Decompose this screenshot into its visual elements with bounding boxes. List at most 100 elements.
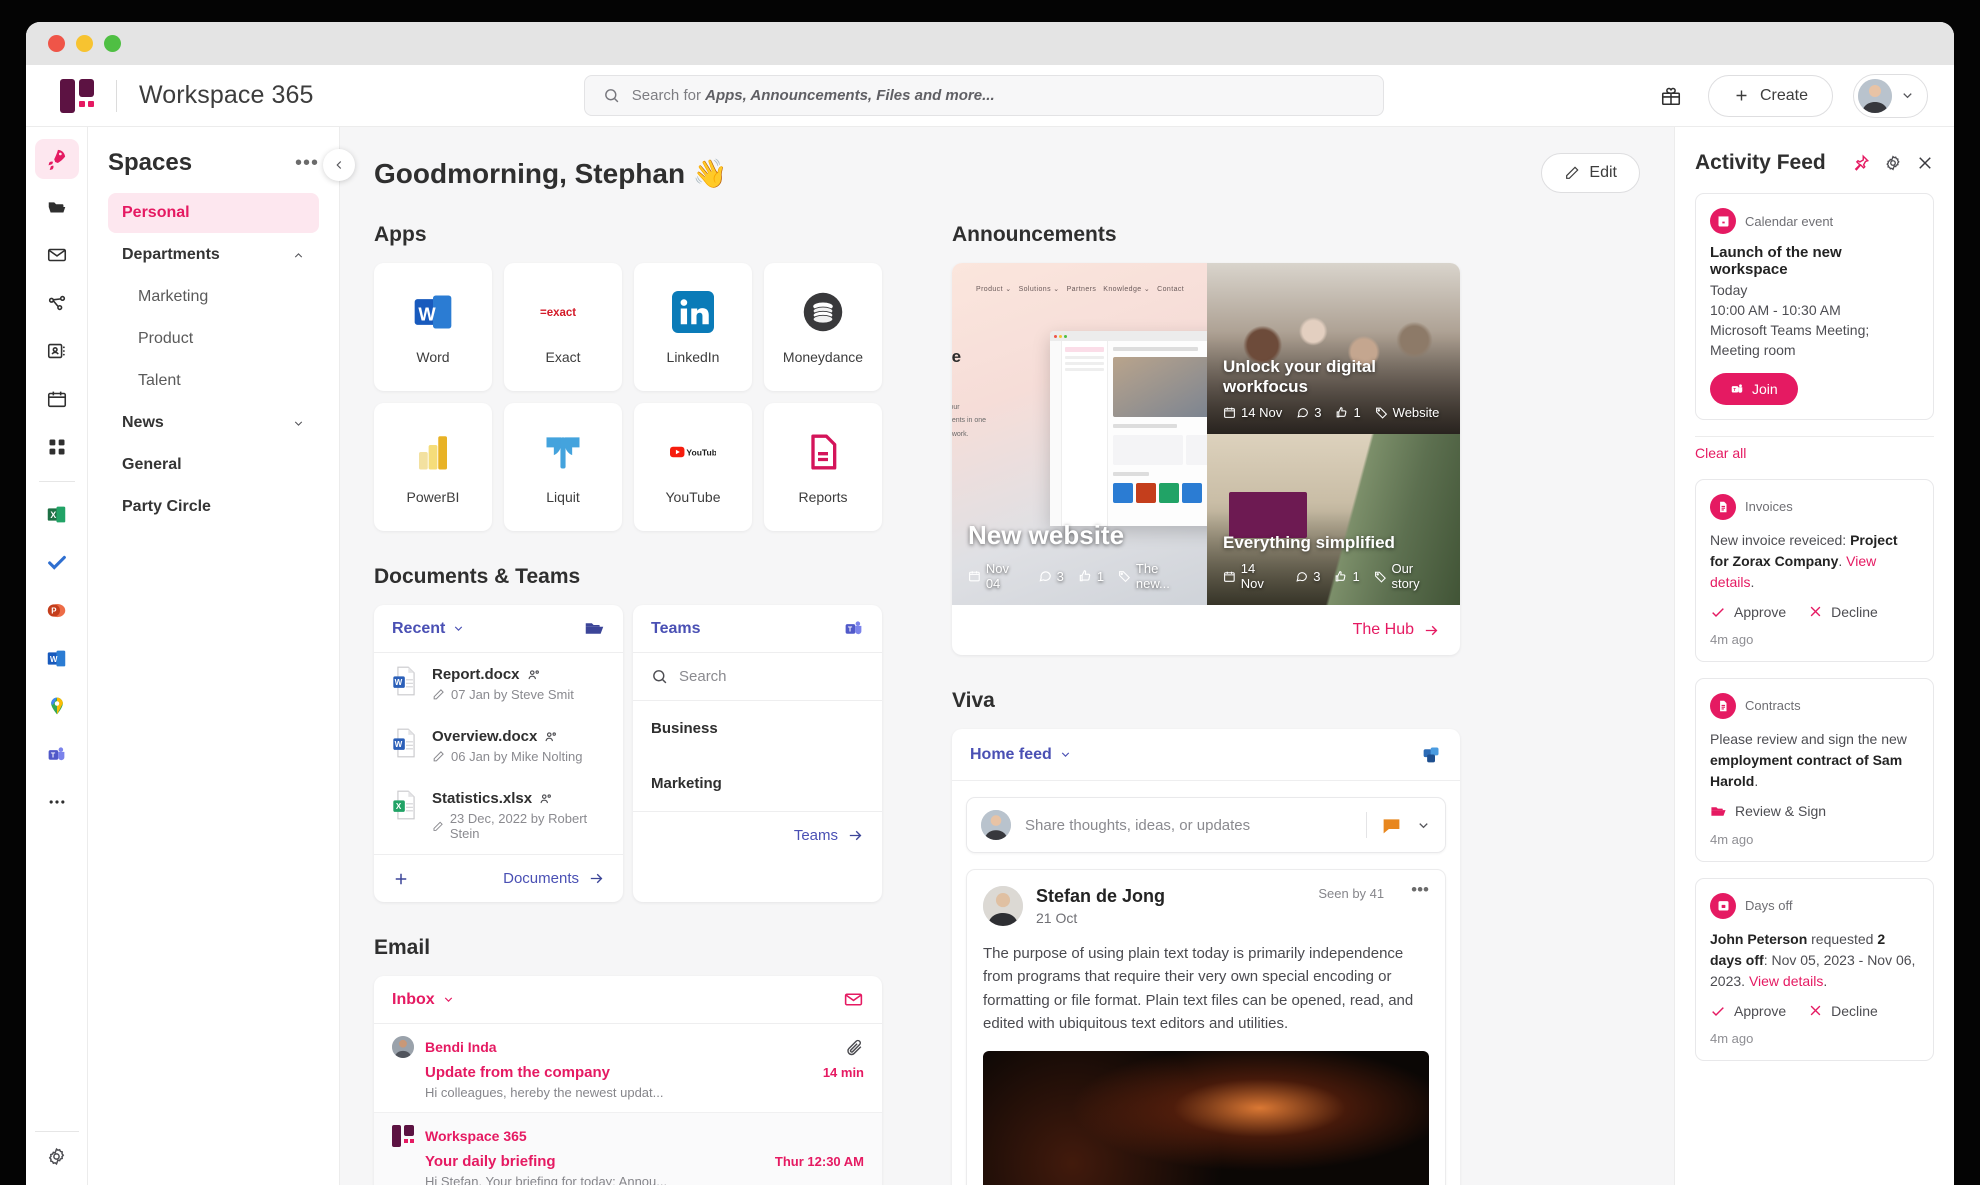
viva-section-title: Viva — [952, 689, 995, 712]
gift-icon[interactable] — [1654, 79, 1688, 113]
rail-settings[interactable] — [34, 1131, 79, 1167]
rail-item-excel[interactable]: X — [35, 494, 79, 534]
join-meeting-button[interactable]: T Join — [1710, 372, 1798, 405]
email-row[interactable]: Bendi Inda Update from the company 14 min… — [374, 1024, 882, 1113]
post-body: The purpose of using plain text today is… — [983, 945, 1414, 1032]
teams-link[interactable]: Teams — [794, 827, 864, 844]
collapse-panel-button[interactable] — [323, 149, 355, 181]
the-hub-link[interactable]: The Hub — [1353, 621, 1440, 639]
document-row[interactable]: W Report.docx 07 Jan by Steve Smit — [374, 653, 623, 715]
announcement-tile[interactable]: Product ⌄ Solutions ⌄ Partners Knowledge… — [952, 263, 1207, 605]
rail-item-teams[interactable]: T — [35, 734, 79, 774]
pin-icon[interactable] — [1852, 154, 1870, 172]
action-approve[interactable]: Approve — [1710, 604, 1786, 620]
rail-item-mail[interactable] — [35, 235, 79, 275]
recent-documents-list: W Report.docx 07 Jan by Steve Smit W Ove… — [374, 653, 623, 854]
sidebar-item-product[interactable]: Product — [108, 319, 319, 359]
app-tile-linkedin[interactable]: LinkedIn — [634, 263, 752, 391]
email-row[interactable]: Workspace 365 Your daily briefing Thur 12… — [374, 1113, 882, 1185]
rail-item-contacts[interactable] — [35, 331, 79, 371]
inbox-dropdown[interactable]: Inbox — [392, 991, 455, 1009]
envelope-icon[interactable] — [843, 989, 864, 1010]
announcement-tag: Website — [1375, 405, 1439, 420]
post-composer[interactable]: Share thoughts, ideas, or updates — [966, 797, 1446, 853]
plus-icon[interactable] — [392, 870, 410, 888]
rail-item-powerpoint[interactable]: P — [35, 590, 79, 630]
viva-engage-icon[interactable] — [1421, 744, 1442, 765]
app-tile-word[interactable]: W Word — [374, 263, 492, 391]
brand: Workspace 365 — [60, 78, 314, 113]
app-tile-moneydance[interactable]: Moneydance — [764, 263, 882, 391]
rail-item-maps[interactable] — [35, 686, 79, 726]
rail-item-rocket[interactable] — [34, 139, 79, 179]
calendar-icon — [1224, 407, 1235, 418]
chevron-down-icon[interactable] — [1416, 818, 1431, 833]
open-folder-icon[interactable] — [584, 618, 605, 639]
sidebar-item-label: Party Circle — [122, 498, 211, 515]
team-list-item[interactable]: Marketing — [633, 756, 882, 811]
announcement-tile[interactable]: Unlock your digital workfocus 14 Nov 3 1… — [1207, 263, 1460, 434]
teams-icon[interactable]: T — [843, 618, 864, 639]
announcement-comments: 3 — [1295, 569, 1320, 584]
rail-item-apps[interactable] — [35, 427, 79, 467]
spaces-more-icon[interactable]: ••• — [295, 153, 319, 173]
app-title: Workspace 365 — [139, 81, 314, 109]
edit-button[interactable]: Edit — [1541, 153, 1640, 193]
sidebar-item-personal[interactable]: Personal — [108, 193, 319, 233]
word-icon: W — [47, 650, 66, 666]
svg-text:X: X — [50, 510, 56, 520]
plus-icon — [1736, 90, 1747, 101]
user-menu-button[interactable] — [1853, 73, 1928, 118]
sidebar-item-talent[interactable]: Talent — [108, 361, 319, 401]
app-tile-exact[interactable]: =exact Exact — [504, 263, 622, 391]
gear-icon[interactable] — [1884, 154, 1902, 172]
rail-item-word[interactable]: W — [35, 638, 79, 678]
rail-item-planner[interactable] — [35, 542, 79, 582]
sidebar-item-party-circle[interactable]: Party Circle — [108, 487, 319, 527]
team-list-item[interactable]: Business — [633, 701, 882, 756]
search-input[interactable]: Search for Apps, Announcements, Files an… — [583, 75, 1384, 116]
post-more-icon[interactable]: ••• — [1411, 881, 1429, 898]
rail-item-more[interactable] — [35, 782, 79, 822]
comment-icon[interactable] — [1381, 815, 1402, 836]
app-tile-reports[interactable]: Reports — [764, 403, 882, 531]
action-approve[interactable]: Approve — [1710, 1003, 1786, 1019]
home-feed-dropdown[interactable]: Home feed — [970, 746, 1072, 764]
sidebar-item-label: General — [122, 456, 182, 473]
app-tile-liquit[interactable]: Liquit — [504, 403, 622, 531]
chevron-down-icon — [455, 626, 463, 631]
action-decline[interactable]: Decline — [1808, 1003, 1878, 1019]
maximize-window-button[interactable] — [104, 35, 121, 52]
sidebar-item-general[interactable]: General — [108, 445, 319, 485]
sidebar-item-label: Departments — [122, 246, 220, 263]
email-time: Thur 12:30 AM — [774, 1154, 864, 1169]
view-details-link[interactable]: View details — [1749, 973, 1823, 989]
sidebar-item-departments[interactable]: Departments — [108, 235, 319, 275]
document-row[interactable]: X Statistics.xlsx 23 Dec, 2022 by Robert… — [374, 777, 623, 854]
document-row[interactable]: W Overview.docx 06 Jan by Mike Nolting — [374, 715, 623, 777]
action-review-sign[interactable]: Review & Sign — [1710, 803, 1826, 820]
thumbs-up-icon — [1079, 570, 1091, 582]
rail-item-files[interactable] — [35, 187, 79, 227]
minimize-window-button[interactable] — [76, 35, 93, 52]
documents-link[interactable]: Documents — [503, 870, 605, 887]
apps-grid: W Word =exact Exact LinkedIn Moneydance … — [374, 263, 882, 531]
folder-icon — [1711, 806, 1726, 816]
close-icon[interactable] — [1916, 154, 1934, 172]
app-tile-youtube[interactable]: YouTube YouTube — [634, 403, 752, 531]
clear-all-link[interactable]: Clear all — [1695, 435, 1934, 475]
avatar — [392, 1036, 414, 1058]
announcement-tile[interactable]: Everything simplified 14 Nov 3 1 Our sto… — [1207, 434, 1460, 605]
rail-item-calendar[interactable] — [35, 379, 79, 419]
sidebar-item-news[interactable]: News — [108, 403, 319, 443]
create-button-label: Create — [1759, 86, 1808, 104]
teams-card: Teams T Search Business Marketing Teams — [633, 605, 882, 902]
action-decline[interactable]: Decline — [1808, 604, 1878, 620]
close-window-button[interactable] — [48, 35, 65, 52]
sidebar-item-marketing[interactable]: Marketing — [108, 277, 319, 317]
create-button[interactable]: Create — [1707, 74, 1833, 117]
teams-search-input[interactable]: Search — [633, 653, 882, 701]
rail-item-share[interactable] — [35, 283, 79, 323]
recent-dropdown[interactable]: Recent — [392, 620, 465, 638]
app-tile-powerbi[interactable]: PowerBI — [374, 403, 492, 531]
